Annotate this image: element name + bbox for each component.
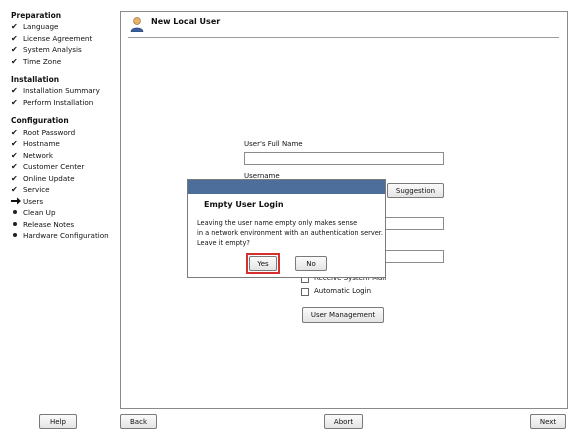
- sidebar-item-label: Hostname: [23, 138, 60, 148]
- bullet-icon: [11, 233, 23, 237]
- sidebar-item-label: Installation Summary: [23, 85, 100, 95]
- page-title: New Local User: [151, 17, 221, 26]
- section-title-installation: Installation: [11, 75, 60, 84]
- check-icon: ✔: [11, 21, 18, 31]
- empty-user-login-dialog: Empty User Login Leaving the user name e…: [187, 179, 386, 278]
- dialog-message-line: Leave it empty?: [197, 239, 250, 247]
- sidebar-item-service: ✔ Service: [11, 184, 50, 194]
- sidebar-item-label: Service: [23, 184, 50, 194]
- back-button[interactable]: Back: [120, 414, 157, 429]
- check-icon: ✔: [11, 56, 18, 66]
- help-button[interactable]: Help: [39, 414, 77, 429]
- sidebar-item-customer-center: ✔ Customer Center: [11, 161, 84, 171]
- sidebar-item-label: Network: [23, 150, 54, 160]
- sidebar-item-label: Perform Installation: [23, 97, 94, 107]
- sidebar-item-release-notes: Release Notes: [11, 219, 74, 229]
- installation-steps-sidebar: Preparation ✔ Language ✔ License Agreement…: [0, 0, 118, 405]
- sidebar-item-root-password: ✔ Root Password: [11, 127, 75, 137]
- sidebar-item-label: Online Update: [23, 173, 75, 183]
- check-icon: ✔: [11, 44, 18, 54]
- sidebar-item-clean-up: Clean Up: [11, 207, 56, 217]
- sidebar-item-language: ✔ Language: [11, 21, 58, 31]
- sidebar-item-network: ✔ Network: [11, 150, 53, 160]
- check-icon: ✔: [11, 173, 18, 183]
- bullet-icon: [11, 222, 23, 226]
- check-icon: ✔: [11, 33, 18, 43]
- header-divider: [128, 37, 559, 38]
- sidebar-item-label: Language: [23, 21, 59, 31]
- abort-button[interactable]: Abort: [324, 414, 363, 429]
- sidebar-item-label: Clean Up: [23, 207, 56, 217]
- sidebar-item-hardware-configuration: Hardware Configuration: [11, 230, 109, 240]
- full-name-field[interactable]: [244, 152, 444, 165]
- sidebar-item-hostname: ✔ Hostname: [11, 138, 60, 148]
- bullet-icon: [11, 210, 23, 214]
- sidebar-item-label: Users: [23, 196, 44, 206]
- sidebar-item-system-analysis: ✔ System Analysis: [11, 44, 82, 54]
- dialog-titlebar: [188, 180, 385, 194]
- full-name-label: User's Full Name: [244, 140, 303, 148]
- sidebar-item-label: Root Password: [23, 127, 76, 137]
- dialog-message: Leaving the user name empty only makes s…: [197, 218, 383, 248]
- dialog-message-line: in a network environment with an authent…: [197, 229, 383, 237]
- yes-button[interactable]: Yes: [249, 256, 277, 271]
- check-icon: ✔: [11, 97, 18, 107]
- check-icon: ✔: [11, 138, 18, 148]
- dialog-message-line: Leaving the user name empty only makes s…: [197, 219, 358, 227]
- sidebar-item-label: Customer Center: [23, 161, 85, 171]
- automatic-login-label: Automatic Login: [314, 287, 372, 295]
- check-icon: ✔: [11, 161, 18, 171]
- sidebar-item-time-zone: ✔ Time Zone: [11, 56, 61, 66]
- sidebar-item-label: System Analysis: [23, 44, 82, 54]
- sidebar-item-perform-installation: ✔ Perform Installation: [11, 97, 93, 107]
- automatic-login-checkbox[interactable]: [301, 288, 309, 296]
- user-management-button[interactable]: User Management: [302, 307, 384, 323]
- dialog-title: Empty User Login: [204, 200, 284, 209]
- no-button[interactable]: No: [295, 256, 327, 271]
- sidebar-item-label: Time Zone: [23, 56, 62, 66]
- user-icon: [129, 16, 145, 33]
- sidebar-item-label: Release Notes: [23, 219, 75, 229]
- check-icon: ✔: [11, 127, 18, 137]
- next-button[interactable]: Next: [530, 414, 566, 429]
- sidebar-item-installation-summary: ✔ Installation Summary: [11, 85, 100, 95]
- sidebar-item-online-update: ✔ Online Update: [11, 173, 75, 183]
- sidebar-item-license-agreement: ✔ License Agreement: [11, 33, 92, 43]
- sidebar-item-label: Hardware Configuration: [23, 230, 109, 240]
- check-icon: ✔: [11, 150, 18, 160]
- section-title-preparation: Preparation: [11, 11, 62, 20]
- sidebar-item-label: License Agreement: [23, 33, 93, 43]
- check-icon: ✔: [11, 85, 18, 95]
- section-title-configuration: Configuration: [11, 116, 69, 125]
- suggestion-button[interactable]: Suggestion: [387, 183, 444, 198]
- sidebar-item-users: Users: [11, 196, 43, 206]
- arrow-right-icon: [11, 197, 23, 205]
- check-icon: ✔: [11, 184, 18, 194]
